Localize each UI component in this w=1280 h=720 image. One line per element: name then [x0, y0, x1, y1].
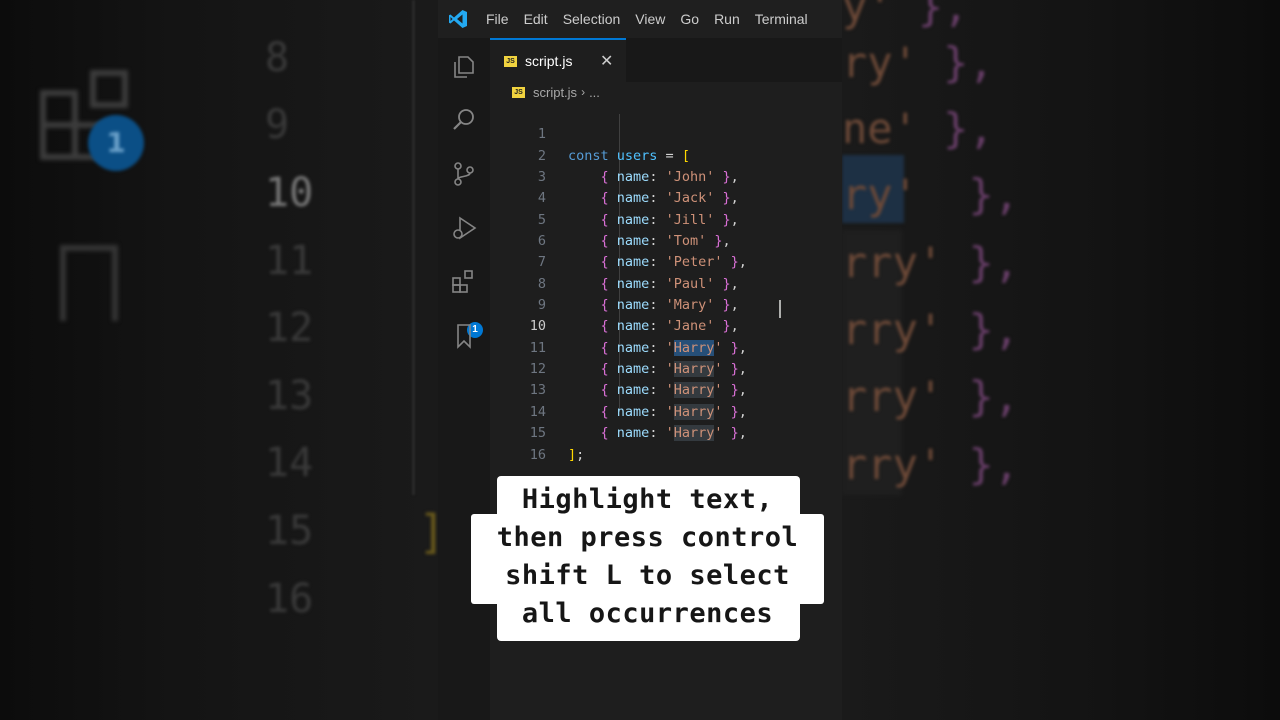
blurred-code: ry' }, [842, 170, 1020, 219]
line-number: 16 [529, 446, 546, 463]
blurred-line-number: 13 [265, 373, 314, 419]
code-line: 11 { name: 'Harry' }, [490, 316, 842, 378]
blurred-line-number: 9 [265, 102, 290, 148]
vscode-logo-icon [449, 10, 467, 28]
code-line: 15 ]; [490, 402, 842, 462]
tab-label: script.js [525, 53, 573, 69]
code-line: 3 { name: 'Jack' }, [490, 146, 842, 206]
extensions-icon[interactable] [450, 268, 478, 296]
blurred-background-right: y' }, ry' }, ne' }, ry' }, rry' }, rry' … [842, 0, 1280, 720]
blurred-code: rry' }, [842, 305, 1020, 354]
blurred-code: rry' }, [842, 238, 1020, 287]
blurred-line-number: 15 [265, 508, 314, 554]
caption-line: Highlight text, [521, 484, 774, 515]
blurred-line-number: 11 [265, 238, 314, 284]
code-line: 14 { name: 'Harry' }, [490, 380, 842, 442]
blurred-indent-guide [412, 0, 415, 495]
source-control-icon[interactable] [450, 160, 478, 188]
chevron-right-icon: › [581, 85, 586, 99]
code-line: 9 { name: 'Jane' }, [490, 274, 842, 334]
text-cursor [779, 300, 781, 318]
tab-script-js[interactable]: JS script.js ✕ [490, 38, 626, 82]
menu-bar: File Edit Selection View Go Run Terminal [438, 0, 842, 38]
blurred-code: rry' }, [842, 372, 1020, 421]
blurred-code: ry' }, [842, 38, 994, 87]
breadcrumb-more[interactable]: ... [589, 85, 600, 100]
breadcrumb-file[interactable]: script.js [533, 85, 577, 100]
code-line: 8 { name: 'Mary' }, [490, 252, 842, 313]
caption-line: all occurrences [521, 598, 774, 629]
code-line: 7 { name: 'Paul' }, [490, 231, 842, 291]
blurred-badge: 1 [88, 115, 144, 171]
code-area[interactable]: 1 const users = [ 2 { name: 'John' }, 3 … [490, 103, 842, 463]
tab-bar: JS script.js ✕ [490, 38, 842, 82]
menu-run[interactable]: Run [714, 11, 740, 27]
code-line: 1 const users = [ [490, 103, 842, 163]
blurred-line-number: 12 [265, 305, 314, 351]
code-line-active: 10 { name: 'Harry' }, [490, 295, 842, 356]
blurred-line-number: 16 [265, 576, 314, 622]
code-line: 4 { name: 'Jill' }, [490, 167, 842, 227]
run-debug-icon[interactable] [450, 214, 478, 242]
blurred-bookmark-icon [60, 245, 118, 321]
explorer-icon[interactable] [450, 53, 478, 81]
menu-terminal[interactable]: Terminal [755, 11, 808, 27]
blurred-code: rry' }, [842, 440, 1020, 489]
code-line: 12 { name: 'Harry' }, [490, 338, 842, 399]
js-file-icon: JS [504, 55, 517, 67]
caption-line: shift L to select [505, 560, 790, 591]
blurred-code: y' }, [842, 0, 969, 31]
blurred-bracket: ] [418, 505, 438, 559]
blurred-code: ne' }, [842, 104, 994, 153]
close-icon[interactable]: ✕ [600, 51, 613, 70]
menu-file[interactable]: File [486, 11, 509, 27]
bookmarks-icon[interactable] [450, 322, 478, 350]
search-icon[interactable] [450, 106, 478, 134]
code-line: 5 { name: 'Tom' }, [490, 188, 842, 249]
blurred-background-left: 1 8 9 10 11 12 13 14 15 16 ] [0, 0, 438, 720]
blurred-line-number: 8 [265, 35, 290, 81]
menu-go[interactable]: Go [680, 11, 699, 27]
caption-line: then press control [496, 522, 799, 553]
menu-edit[interactable]: Edit [524, 11, 548, 27]
code-line: 16 [490, 423, 842, 463]
breadcrumb: JS script.js › ... [512, 82, 600, 102]
code-line: 13 { name: 'Harry' }, [490, 359, 842, 420]
blurred-line-number: 14 [265, 440, 314, 486]
blurred-line-number: 10 [265, 170, 314, 216]
code-line: 6 { name: 'Peter' }, [490, 210, 842, 270]
menu-selection[interactable]: Selection [563, 11, 621, 27]
code-line: 2 { name: 'John' }, [490, 124, 842, 185]
menu-view[interactable]: View [635, 11, 665, 27]
js-file-icon: JS [512, 86, 525, 98]
